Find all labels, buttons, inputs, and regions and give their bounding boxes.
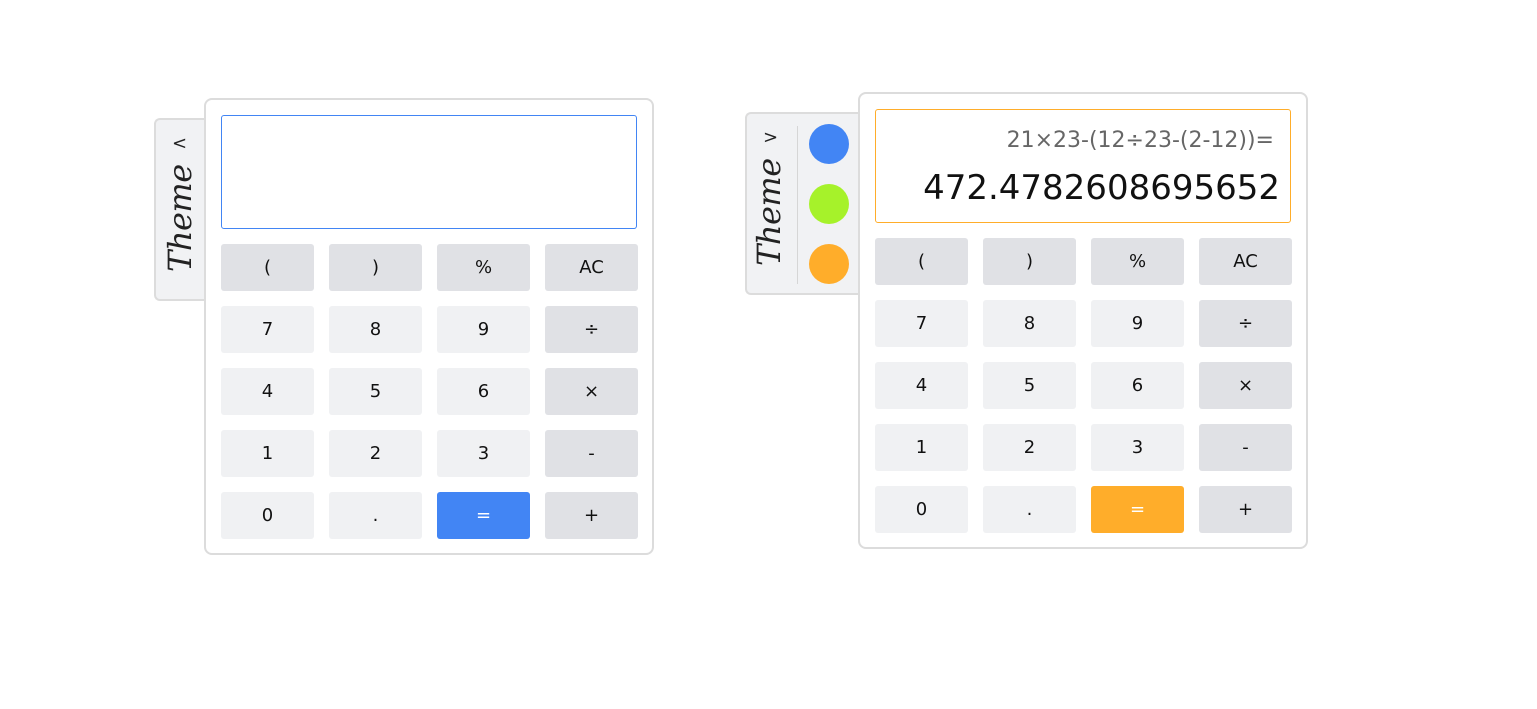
theme-panel-tab[interactable]: < Theme: [154, 118, 206, 301]
theme-swatch-green[interactable]: [809, 184, 849, 224]
decimal-button[interactable]: .: [983, 486, 1076, 533]
digit-8-button[interactable]: 8: [983, 300, 1076, 347]
subtract-button[interactable]: -: [1199, 424, 1292, 471]
all-clear-button[interactable]: AC: [545, 244, 638, 291]
digit-8-button[interactable]: 8: [329, 306, 422, 353]
digit-0-button[interactable]: 0: [875, 486, 968, 533]
theme-swatch-orange[interactable]: [809, 244, 849, 284]
divide-button[interactable]: ÷: [1199, 300, 1292, 347]
stage: < Theme ()% AC 7 8 9 ÷ 4 5 6 × 1 2 3-0. = + > Theme 21…: [0, 0, 1537, 709]
digit-3-button[interactable]: 3: [1091, 424, 1184, 471]
digit-1-button[interactable]: 1: [221, 430, 314, 477]
digit-5-button[interactable]: 5: [983, 362, 1076, 409]
calculator: ()% AC 7 8 9 ÷ 4 5 6 × 1 2 3- 0. = +: [204, 98, 654, 555]
digit-2-button[interactable]: 2: [329, 430, 422, 477]
theme-label: Theme: [161, 164, 199, 272]
add-button[interactable]: +: [545, 492, 638, 539]
multiply-button[interactable]: ×: [545, 368, 638, 415]
chevron-right-icon[interactable]: >: [763, 128, 778, 148]
open-paren-button[interactable]: (: [875, 238, 968, 285]
add-button[interactable]: +: [1199, 486, 1292, 533]
chevron-left-icon[interactable]: <: [172, 134, 187, 154]
percent-button[interactable]: %: [437, 244, 530, 291]
digit-0-button[interactable]: 0: [221, 492, 314, 539]
calculator: 21×23-(12÷23-(2-12))= 472.4782608695652 …: [858, 92, 1308, 549]
equals-button[interactable]: =: [1091, 486, 1184, 533]
theme-label: Theme: [750, 158, 788, 266]
close-paren-button[interactable]: ): [983, 238, 1076, 285]
equals-button[interactable]: =: [437, 492, 530, 539]
digit-9-button[interactable]: 9: [1091, 300, 1184, 347]
digit-6-button[interactable]: 6: [437, 368, 530, 415]
calculator-display: 21×23-(12÷23-(2-12))= 472.4782608695652: [875, 109, 1291, 223]
subtract-button[interactable]: -: [545, 430, 638, 477]
digit-3-button[interactable]: 3: [437, 430, 530, 477]
digit-7-button[interactable]: 7: [875, 300, 968, 347]
divider: [797, 126, 798, 284]
multiply-button[interactable]: ×: [1199, 362, 1292, 409]
percent-button[interactable]: %: [1091, 238, 1184, 285]
keypad: ()% AC 7 8 9 ÷ 4 5 6 × 1 2 3- 0. = +: [221, 244, 638, 539]
keypad: ()% AC 7 8 9 ÷ 4 5 6 × 1 2 3- 0. = +: [875, 238, 1292, 533]
calculator-display: [221, 115, 637, 229]
result-text: 472.4782608695652: [923, 168, 1280, 208]
theme-swatch-blue[interactable]: [809, 124, 849, 164]
digit-7-button[interactable]: 7: [221, 306, 314, 353]
close-paren-button[interactable]: ): [329, 244, 422, 291]
digit-5-button[interactable]: 5: [329, 368, 422, 415]
open-paren-button[interactable]: (: [221, 244, 314, 291]
decimal-button[interactable]: .: [329, 492, 422, 539]
divide-button[interactable]: ÷: [545, 306, 638, 353]
theme-panel: > Theme: [745, 112, 860, 295]
digit-1-button[interactable]: 1: [875, 424, 968, 471]
digit-6-button[interactable]: 6: [1091, 362, 1184, 409]
digit-4-button[interactable]: 4: [875, 362, 968, 409]
expression-text: 21×23-(12÷23-(2-12))=: [1006, 128, 1274, 153]
digit-2-button[interactable]: 2: [983, 424, 1076, 471]
digit-4-button[interactable]: 4: [221, 368, 314, 415]
digit-9-button[interactable]: 9: [437, 306, 530, 353]
all-clear-button[interactable]: AC: [1199, 238, 1292, 285]
